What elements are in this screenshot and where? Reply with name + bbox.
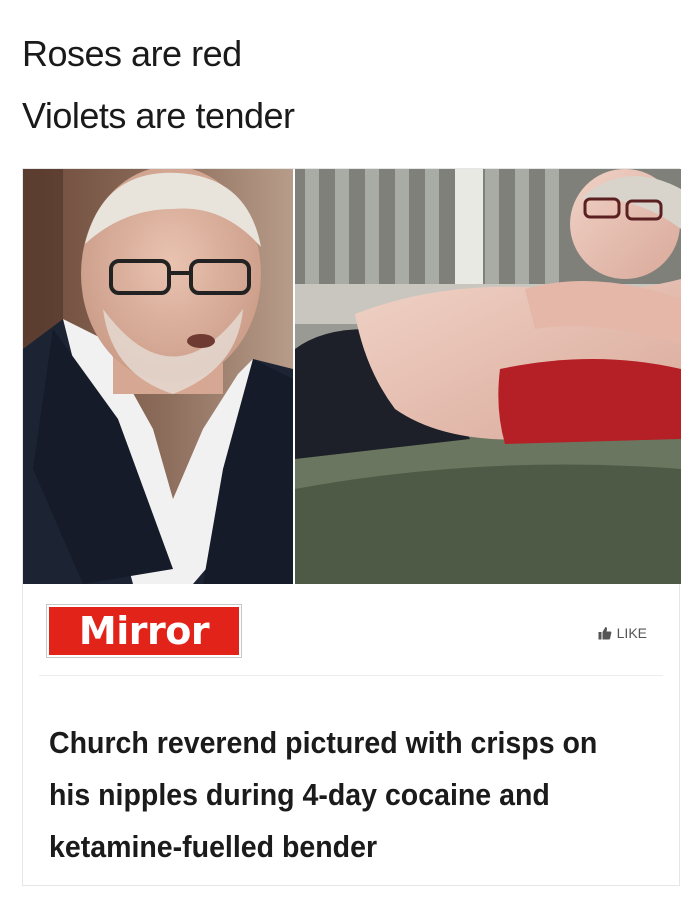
caption-line-2: Violets are tender	[22, 95, 295, 136]
caption-line-1: Roses are red	[22, 33, 242, 74]
news-card[interactable]: Mirror LIKE Church reverend pictured wit…	[22, 168, 681, 886]
mirror-logo[interactable]: Mirror	[46, 604, 242, 658]
like-label: LIKE	[616, 625, 647, 641]
article-headline[interactable]: Church reverend pictured with crisps on …	[49, 717, 610, 873]
brand-label: Mirror	[78, 609, 210, 653]
card-divider	[39, 675, 663, 676]
photo-man-on-sofa	[295, 169, 681, 584]
thumbs-up-icon	[598, 627, 612, 640]
photo-man-in-coat	[23, 169, 293, 584]
like-button[interactable]: LIKE	[598, 625, 647, 641]
